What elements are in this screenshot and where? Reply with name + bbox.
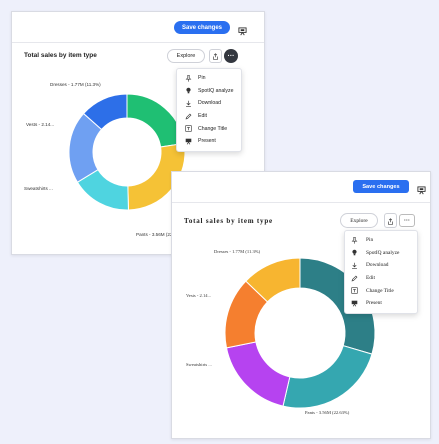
menu-item-label: Change Title	[198, 125, 228, 132]
menu-item-label: Edit	[366, 275, 375, 282]
menu-item-label: Pin	[198, 75, 206, 82]
menu-item-download[interactable]: Download	[177, 97, 241, 110]
donut-slice-sweatshirts[interactable]	[225, 341, 291, 407]
menu-item-spotiq[interactable]: SpotIQ analyze	[345, 247, 417, 260]
menu-item-label: Download	[366, 262, 389, 269]
download-icon	[352, 262, 357, 269]
menu-item-label: SpotIQ analyze	[198, 87, 234, 94]
menu-item-label: Download	[198, 100, 222, 107]
menu-item-change-title[interactable]: Change Title	[345, 284, 417, 297]
menu-item-edit[interactable]: Edit	[177, 110, 241, 123]
menu-item-spotiq[interactable]: SpotIQ analyze	[177, 85, 241, 98]
menu-item-label: Change Title	[366, 287, 394, 294]
bulb-icon	[352, 250, 357, 256]
present-icon	[351, 300, 358, 307]
menu-item-label: Pin	[366, 237, 374, 244]
menu-item-download[interactable]: Download	[345, 259, 417, 272]
donut-slice-pants[interactable]	[282, 345, 373, 409]
label-dresses: Dresses - 1.77M (11.3%)	[214, 249, 261, 254]
label-sweatshirts: Sweatshirts ...	[24, 186, 53, 191]
menu-item-present[interactable]: Present	[345, 297, 417, 310]
menu-item-label: Present	[198, 138, 216, 145]
menu-item-present[interactable]: Present	[177, 135, 241, 148]
pencil-icon	[185, 113, 192, 119]
title-icon	[351, 287, 358, 294]
menu-item-label: Present	[366, 300, 382, 307]
pencil-icon	[351, 275, 358, 281]
menu-item-change-title[interactable]: Change Title	[177, 122, 241, 135]
label-dresses: Dresses - 1.77M (11.3%)	[50, 82, 101, 87]
menu-item-pin[interactable]: Pin	[345, 234, 417, 247]
label-pants: Pants - 3.56M (22.63%)	[305, 410, 350, 415]
title-icon	[185, 125, 192, 132]
label-sweatshirts: Sweatshirts ...	[186, 362, 212, 367]
label-vests: Vests - 2.14...	[26, 122, 55, 127]
menu-item-label: SpotIQ analyze	[366, 249, 400, 256]
menu-item-label: Edit	[198, 113, 207, 120]
menu-item-edit[interactable]: Edit	[345, 272, 417, 285]
menu-item-pin[interactable]: Pin	[177, 72, 241, 85]
options-menu: Pin SpotIQ analyze Download Edit Change …	[344, 230, 418, 314]
bulb-icon	[186, 88, 191, 94]
pin-icon	[351, 237, 358, 244]
options-menu: Pin SpotIQ analyze Download Edit Change …	[176, 68, 242, 152]
chart-card-front: Save changes Total sales by item type Ex…	[171, 171, 431, 439]
present-icon	[185, 138, 192, 145]
download-icon	[186, 100, 191, 107]
pin-icon	[185, 75, 192, 82]
label-vests: Vests - 2.14...	[186, 293, 212, 298]
